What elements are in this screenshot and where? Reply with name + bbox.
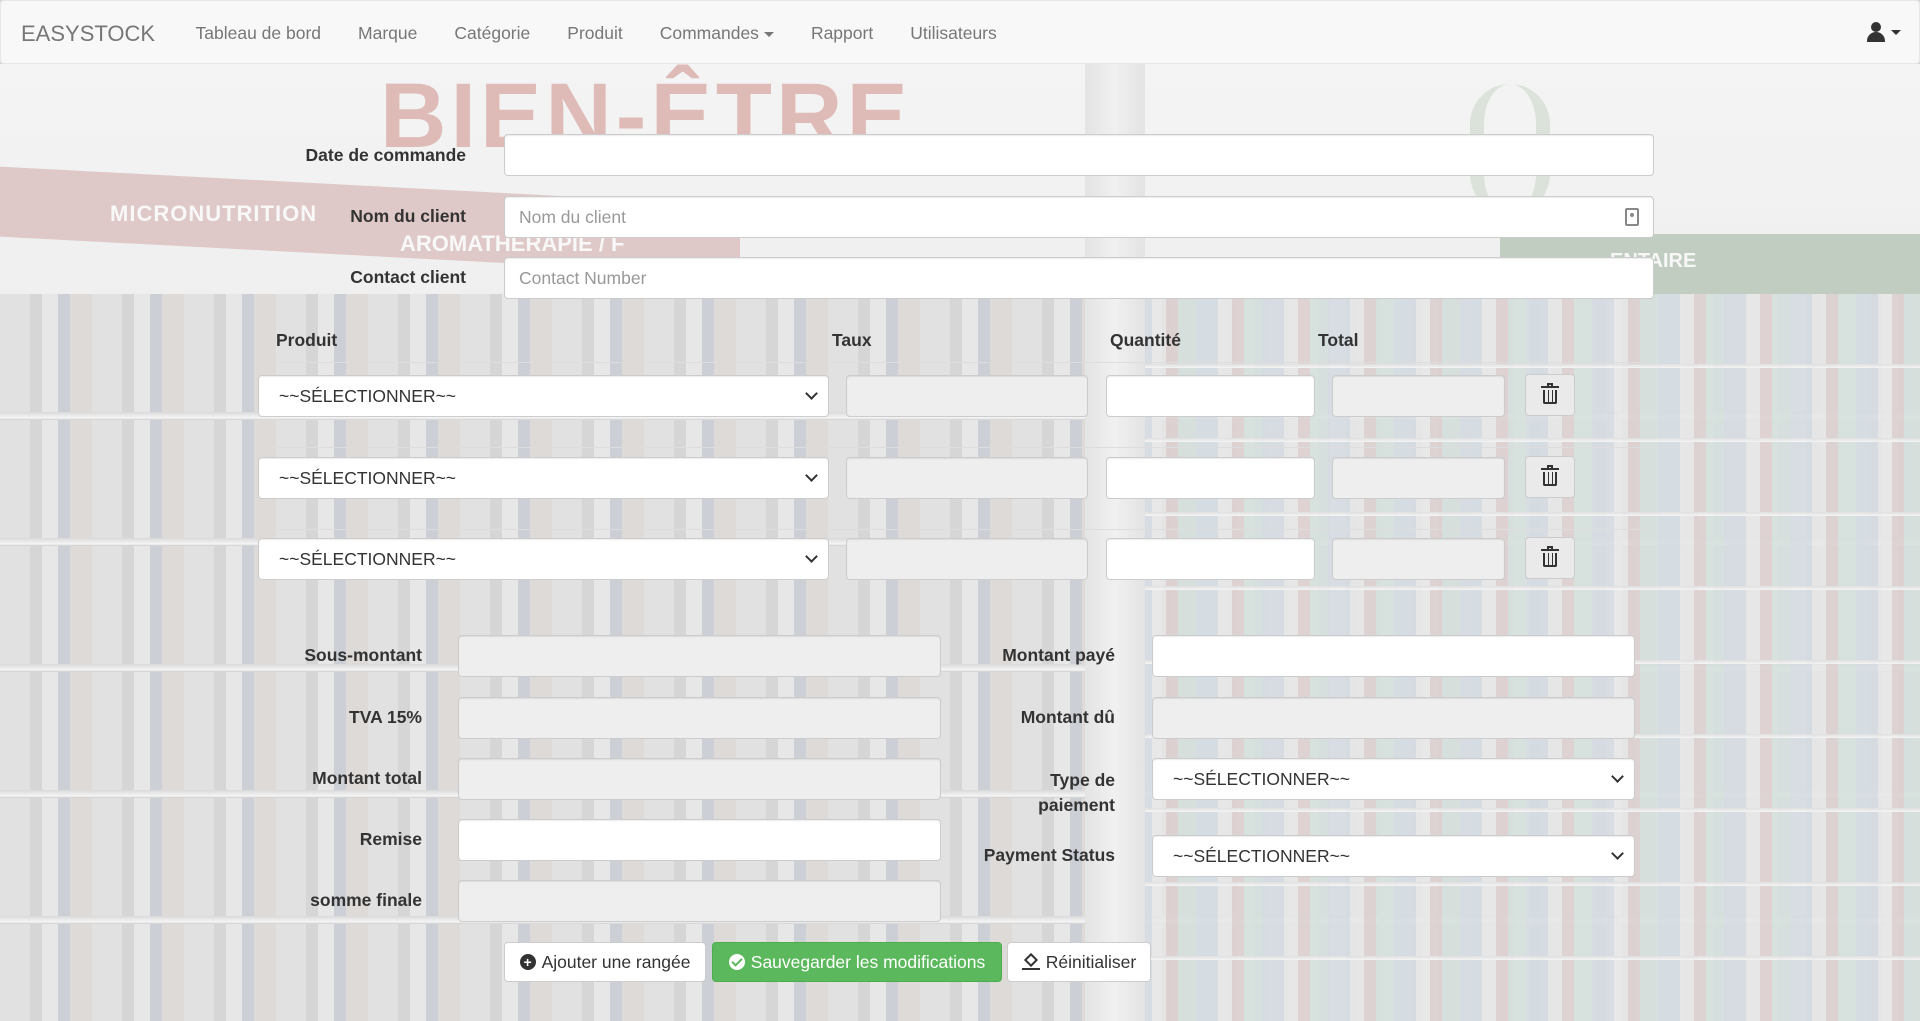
plus-circle-icon: + bbox=[519, 954, 536, 970]
total-input bbox=[1332, 457, 1505, 499]
payment-type-label-line1: Type de bbox=[1050, 770, 1115, 790]
final-amount-label: somme finale bbox=[310, 890, 422, 910]
rate-input bbox=[846, 457, 1088, 499]
payment-status-label: Payment Status bbox=[983, 845, 1115, 865]
nav-item-report[interactable]: Rapport bbox=[792, 1, 891, 65]
column-header-quantity: Quantité bbox=[1110, 330, 1181, 350]
payment-status-select[interactable]: ~~SÉLECTIONNER~~ bbox=[1152, 835, 1635, 877]
nav-item-brand[interactable]: Marque bbox=[340, 1, 436, 65]
paid-amount-label: Montant payé bbox=[1002, 645, 1115, 665]
product-select[interactable]: ~~SÉLECTIONNER~~ bbox=[258, 457, 829, 499]
nav-item-product[interactable]: Produit bbox=[549, 1, 641, 65]
user-menu[interactable] bbox=[1866, 22, 1901, 42]
vat-label: TVA 15% bbox=[349, 707, 422, 727]
add-row-label: Ajouter une rangée bbox=[541, 951, 691, 972]
nav-item-label: Commandes bbox=[659, 23, 759, 43]
save-label: Sauvegarder les modifications bbox=[750, 951, 986, 972]
subtotal-input bbox=[458, 635, 941, 677]
product-select-value: ~~SÉLECTIONNER~~ bbox=[279, 548, 457, 569]
chevron-down-icon bbox=[1611, 847, 1624, 860]
final-amount-input bbox=[458, 880, 941, 922]
total-input bbox=[1332, 375, 1505, 417]
brand-logo[interactable]: EASYSTOCK bbox=[21, 21, 155, 47]
due-amount-label: Montant dû bbox=[1020, 707, 1115, 727]
check-circle-icon bbox=[728, 954, 745, 970]
total-amount-label: Montant total bbox=[312, 768, 422, 788]
column-header-rate: Taux bbox=[832, 330, 872, 350]
nav-menu: Tableau de bord Marque Catégorie Produit… bbox=[177, 1, 1015, 65]
due-amount-input bbox=[1152, 697, 1635, 739]
client-contact-input[interactable]: Contact Number bbox=[504, 257, 1654, 299]
quantity-input[interactable] bbox=[1106, 375, 1315, 417]
quantity-input[interactable] bbox=[1106, 538, 1315, 580]
date-label: Date de commande bbox=[305, 145, 466, 165]
eraser-icon bbox=[1021, 952, 1040, 970]
payment-status-value: ~~SÉLECTIONNER~~ bbox=[1173, 845, 1351, 866]
chevron-down-icon bbox=[805, 387, 818, 400]
nav-item-label: Produit bbox=[567, 23, 623, 43]
chevron-down-icon bbox=[805, 469, 818, 482]
nav-item-label: Tableau de bord bbox=[195, 23, 322, 43]
reset-label: Réinitialiser bbox=[1045, 951, 1137, 972]
nav-item-category[interactable]: Catégorie bbox=[436, 1, 549, 65]
nav-item-label: Catégorie bbox=[454, 23, 531, 43]
payment-type-value: ~~SÉLECTIONNER~~ bbox=[1173, 768, 1351, 789]
remove-row-button[interactable] bbox=[1525, 374, 1575, 416]
contact-card-icon[interactable] bbox=[1625, 208, 1639, 226]
payment-type-label: Type de paiement bbox=[960, 768, 1115, 818]
payment-type-select[interactable]: ~~SÉLECTIONNER~~ bbox=[1152, 758, 1635, 800]
product-select-value: ~~SÉLECTIONNER~~ bbox=[279, 385, 457, 406]
nav-item-label: Utilisateurs bbox=[910, 23, 997, 43]
client-contact-label: Contact client bbox=[350, 267, 466, 287]
remove-row-button[interactable] bbox=[1525, 456, 1575, 498]
save-button[interactable]: Sauvegarder les modifications bbox=[712, 942, 1002, 982]
trash-icon bbox=[1541, 546, 1559, 567]
chevron-down-icon bbox=[805, 550, 818, 563]
table-divider bbox=[258, 362, 1654, 363]
rate-input bbox=[846, 538, 1088, 580]
discount-label: Remise bbox=[359, 829, 422, 849]
subtotal-label: Sous-montant bbox=[304, 645, 422, 665]
vat-input bbox=[458, 697, 941, 739]
reset-button[interactable]: Réinitialiser bbox=[1007, 942, 1151, 982]
column-header-product: Produit bbox=[276, 330, 338, 350]
quantity-input[interactable] bbox=[1106, 457, 1315, 499]
chevron-down-icon bbox=[1611, 770, 1624, 783]
column-header-total: Total bbox=[1318, 330, 1359, 350]
trash-icon bbox=[1541, 465, 1559, 486]
nav-item-users[interactable]: Utilisateurs bbox=[892, 1, 1016, 65]
product-select-value: ~~SÉLECTIONNER~~ bbox=[279, 467, 457, 488]
user-icon bbox=[1866, 22, 1886, 42]
nav-item-label: Marque bbox=[358, 23, 418, 43]
total-input bbox=[1332, 538, 1505, 580]
trash-icon bbox=[1541, 383, 1559, 404]
nav-item-dashboard[interactable]: Tableau de bord bbox=[177, 1, 340, 65]
nav-item-label: Rapport bbox=[810, 23, 874, 43]
client-name-label: Nom du client bbox=[350, 206, 466, 226]
discount-input[interactable] bbox=[458, 819, 941, 861]
add-row-button[interactable]: + Ajouter une rangée bbox=[504, 942, 706, 982]
client-contact-placeholder: Contact Number bbox=[519, 267, 647, 288]
order-date-input[interactable] bbox=[504, 134, 1654, 176]
table-row-divider bbox=[258, 447, 1654, 448]
client-name-input[interactable]: Nom du client bbox=[504, 196, 1654, 238]
product-select[interactable]: ~~SÉLECTIONNER~~ bbox=[258, 375, 829, 417]
navbar: EASYSTOCK Tableau de bord Marque Catégor… bbox=[0, 0, 1920, 64]
caret-down-icon bbox=[763, 31, 774, 37]
rate-input bbox=[846, 375, 1088, 417]
remove-row-button[interactable] bbox=[1525, 537, 1575, 579]
caret-down-icon bbox=[1891, 29, 1901, 35]
paid-amount-input[interactable] bbox=[1152, 635, 1635, 677]
table-row-divider bbox=[258, 529, 1654, 530]
nav-item-orders[interactable]: Commandes bbox=[641, 1, 792, 65]
client-name-placeholder: Nom du client bbox=[519, 206, 626, 227]
payment-type-label-line2: paiement bbox=[1038, 795, 1115, 815]
product-select[interactable]: ~~SÉLECTIONNER~~ bbox=[258, 538, 829, 580]
total-amount-input bbox=[458, 758, 941, 800]
